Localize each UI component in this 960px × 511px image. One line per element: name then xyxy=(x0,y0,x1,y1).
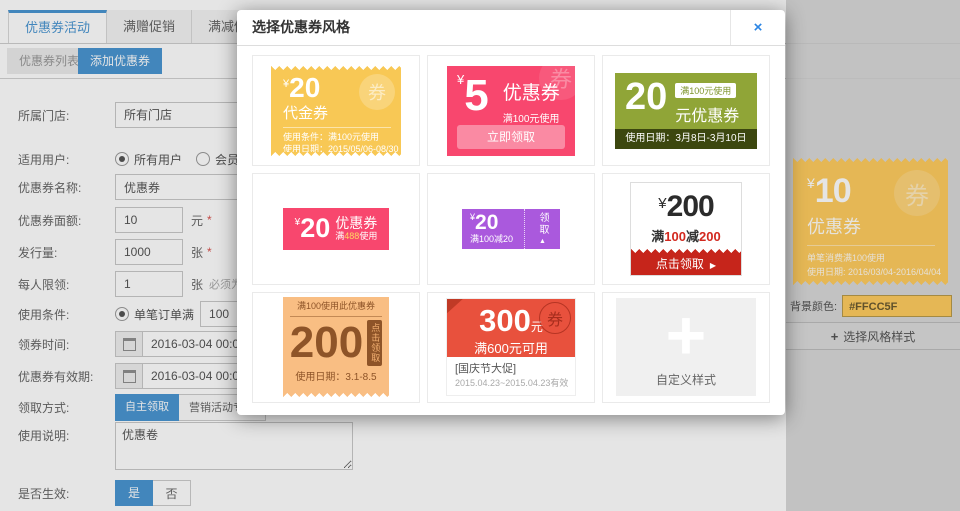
serrated-edge-bottom xyxy=(283,393,389,397)
card-condition: 满100减200 xyxy=(631,226,741,245)
purple-condition: 满100减20 xyxy=(470,234,524,244)
claim-now-button[interactable]: 立即领取 xyxy=(457,125,565,149)
coupon-style-pink-small[interactable]: ¥20 优惠券 满488使用 xyxy=(252,173,420,284)
red-coupon: 券 300元 满600元可用 [国庆节大促] 2015.04.23~2015.0… xyxy=(447,299,575,395)
red-promo-tag: [国庆节大促] xyxy=(455,360,567,376)
orange-condition-header: 满100使用此优惠券 xyxy=(290,297,382,317)
coupon-watermark-icon: 券 xyxy=(359,74,395,110)
purple-amount: ¥20 xyxy=(470,212,524,234)
screen: 优惠券活动 满赠促销 满减促销 优惠券列表 添加优惠券 所属门店: 所有门店 适… xyxy=(0,0,960,511)
red-condition: 满600元可用 xyxy=(447,338,575,357)
orange-date-footer: 使用日期：3.1-8.5 xyxy=(290,368,382,383)
gold-coupon: 券 ¥20 代金券 使用条件：满100元使用 使用日期：2015/05/06-0… xyxy=(271,66,401,156)
coupon-style-orange[interactable]: 满100使用此优惠券 200 点击领取 使用日期：3.1-8.5 xyxy=(252,292,420,403)
click-claim-bar[interactable]: 点击领取 ▶ xyxy=(631,249,741,275)
green-condition-badge: 满100元使用 xyxy=(675,83,736,98)
coupon-style-pink[interactable]: 券 ¥5 优惠券 满100元使用 立即领取 xyxy=(427,55,595,166)
green-coupon: 20 满100元使用 元优惠券 使用日期：3月8日-3月10日 xyxy=(615,73,757,149)
pink-small-amount: ¥20 xyxy=(295,213,331,244)
pink-small-name: 优惠券 xyxy=(335,215,377,231)
close-icon: × xyxy=(754,19,763,36)
triangle-right-icon: ▶ xyxy=(710,261,716,270)
card-amount: ¥200 xyxy=(631,190,741,224)
click-claim-label: 点击领取 xyxy=(656,257,704,271)
purple-claim-label: 领取 xyxy=(535,212,550,236)
pink-small-condition: 满488使用 xyxy=(335,231,377,242)
coupon-style-green[interactable]: 20 满100元使用 元优惠券 使用日期：3月8日-3月10日 xyxy=(602,55,770,166)
triangle-up-icon: ▲ xyxy=(539,238,546,245)
gold-date: 使用日期：2015/05/06-08/30 xyxy=(283,143,391,152)
green-name: 元优惠券 xyxy=(675,102,739,126)
orange-claim-badge: 点击领取 xyxy=(367,320,382,366)
green-date-footer: 使用日期：3月8日-3月10日 xyxy=(615,129,757,149)
coupon-style-red[interactable]: 券 300元 满600元可用 [国庆节大促] 2015.04.23~2015.0… xyxy=(427,292,595,403)
coupon-style-modal: 选择优惠券风格 × 券 ¥20 代金券 使用条件：满100元使用 使用日期：20… xyxy=(237,10,785,415)
custom-style-label: 自定义样式 xyxy=(616,371,756,388)
pink-amount: ¥5 xyxy=(457,72,489,125)
pink-small-coupon: ¥20 优惠券 满488使用 xyxy=(283,208,389,250)
red-validity: 2015.04.23~2015.04.23有效 xyxy=(455,376,567,389)
purple-coupon: ¥20 满100减20 领取 ▲ xyxy=(462,209,560,249)
orange-coupon: 满100使用此优惠券 200 点击领取 使用日期：3.1-8.5 xyxy=(283,297,389,397)
modal-title: 选择优惠券风格 xyxy=(252,10,350,45)
custom-style-box: + 自定义样式 xyxy=(616,298,756,396)
corner-ribbon-icon xyxy=(447,299,465,315)
coupon-style-custom[interactable]: + 自定义样式 xyxy=(602,292,770,403)
green-amount: 20 xyxy=(625,75,667,129)
pink-condition: 满100元使用 xyxy=(503,110,560,125)
orange-amount: 200 xyxy=(290,319,363,367)
pink-coupon: 券 ¥5 优惠券 满100元使用 立即领取 xyxy=(447,66,575,156)
plus-icon: + xyxy=(616,298,756,372)
scalloped-edge-bottom xyxy=(447,389,575,393)
serrated-edge-bottom xyxy=(271,152,401,156)
modal-close-button[interactable]: × xyxy=(730,10,785,45)
coupon-style-grid: 券 ¥20 代金券 使用条件：满100元使用 使用日期：2015/05/06-0… xyxy=(252,55,770,403)
coupon-style-purple[interactable]: ¥20 满100减20 领取 ▲ xyxy=(427,173,595,284)
card-coupon: ¥200 满100减200 点击领取 ▶ xyxy=(630,182,742,276)
modal-header: 选择优惠券风格 × xyxy=(237,10,785,46)
coupon-style-card[interactable]: ¥200 满100减200 点击领取 ▶ xyxy=(602,173,770,284)
coupon-style-gold[interactable]: 券 ¥20 代金券 使用条件：满100元使用 使用日期：2015/05/06-0… xyxy=(252,55,420,166)
gold-condition: 使用条件：满100元使用 xyxy=(283,131,391,143)
